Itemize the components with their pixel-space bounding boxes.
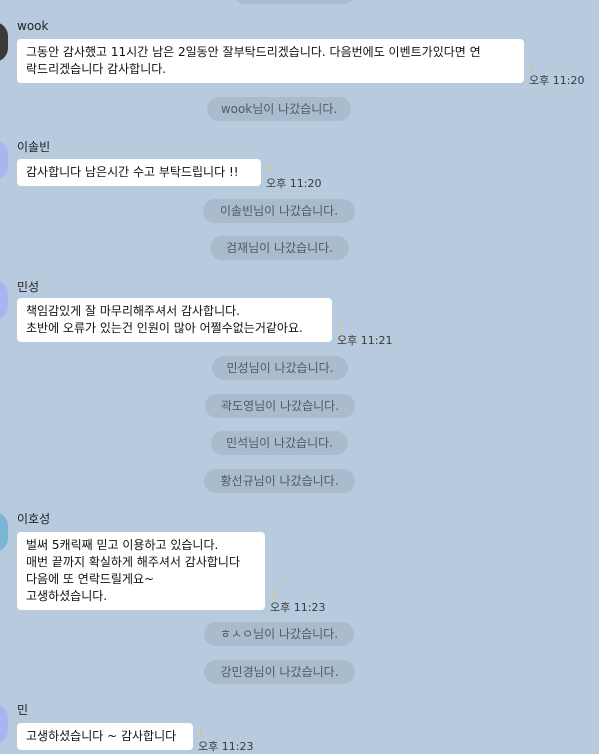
system-notice: 민석님이 나갔습니다. bbox=[211, 431, 348, 455]
read-indicator bbox=[532, 63, 533, 71]
system-notice: ㅎㅅㅇ님이 나갔습니다. bbox=[204, 622, 354, 646]
message-bubble[interactable]: 그동안 감사했고 11시간 남은 2일동안 잘부탁드리겠습니다. 다음번에도 이… bbox=[17, 39, 524, 83]
sender-name: 민성 bbox=[17, 280, 40, 294]
avatar[interactable] bbox=[0, 280, 8, 320]
message-timestamp: 오후 11:20 bbox=[529, 74, 585, 87]
message-bubble[interactable]: 고생하셨습니다 ~ 감사합니다 bbox=[17, 723, 193, 750]
sender-name: wook bbox=[17, 19, 49, 33]
system-notice: wook님이 나갔습니다. bbox=[207, 97, 351, 121]
message-bubble[interactable]: 감사합니다 남은시간 수고 부탁드립니다 !! bbox=[17, 159, 261, 186]
system-notice-partial bbox=[235, 0, 353, 4]
sender-name: 이솔빈 bbox=[17, 140, 51, 154]
message-timestamp: 오후 11:23 bbox=[270, 601, 326, 614]
sender-name: 이호성 bbox=[17, 512, 51, 526]
read-indicator bbox=[268, 165, 269, 173]
system-notice: 민성님이 나갔습니다. bbox=[212, 356, 348, 380]
avatar[interactable] bbox=[0, 22, 8, 62]
message-text: 고생하셨습니다 ~ 감사합니다 bbox=[26, 729, 177, 743]
message-bubble[interactable]: 책임감있게 잘 마무리해주셔서 감사합니다. 초반에 오류가 있는건 인원이 많… bbox=[17, 298, 332, 342]
message-text: 책임감있게 잘 마무리해주셔서 감사합니다. bbox=[26, 304, 240, 318]
read-indicator bbox=[200, 729, 201, 737]
chat-area[interactable]: wook 그동안 감사했고 11시간 남은 2일동안 잘부탁드리겠습니다. 다음… bbox=[0, 0, 599, 753]
message-text: 감사합니다 남은시간 수고 부탁드립니다 !! bbox=[26, 165, 239, 179]
avatar[interactable] bbox=[0, 704, 8, 744]
system-notice: 황선규님이 나갔습니다. bbox=[204, 469, 355, 493]
system-notice: 강민경님이 나갔습니다. bbox=[204, 660, 355, 684]
message-bubble[interactable]: 벌써 5캐릭째 믿고 이용하고 있습니다. 매번 끝까지 확실하게 해주셔서 감… bbox=[17, 532, 265, 610]
read-indicator bbox=[273, 589, 274, 597]
message-timestamp: 오후 11:21 bbox=[337, 334, 393, 347]
avatar[interactable] bbox=[0, 140, 8, 180]
sender-name: 민 bbox=[17, 703, 29, 717]
message-text: 락드리겠습니다 감사합니다. bbox=[26, 62, 167, 76]
message-text: 초반에 오류가 있는건 인원이 많아 어쩔수없는거같아요. bbox=[26, 321, 303, 335]
message-timestamp: 오후 11:23 bbox=[198, 740, 254, 753]
system-notice: 검재님이 나갔습니다. bbox=[210, 236, 349, 260]
message-text: 매번 끝까지 확실하게 해주셔서 감사합니다 bbox=[26, 555, 240, 569]
system-notice: 곽도영님이 나갔습니다. bbox=[205, 394, 355, 418]
message-timestamp: 오후 11:20 bbox=[266, 177, 322, 190]
read-indicator bbox=[340, 322, 341, 330]
message-text: 그동안 감사했고 11시간 남은 2일동안 잘부탁드리겠습니다. 다음번에도 이… bbox=[26, 45, 481, 59]
system-notice: 이솔빈님이 나갔습니다. bbox=[203, 199, 355, 223]
message-text: 다음에 또 연락드릴게요~ bbox=[26, 572, 155, 586]
message-text: 벌써 5캐릭째 믿고 이용하고 있습니다. bbox=[26, 538, 219, 552]
message-text: 고생하셨습니다. bbox=[26, 589, 108, 603]
avatar[interactable] bbox=[0, 512, 8, 552]
